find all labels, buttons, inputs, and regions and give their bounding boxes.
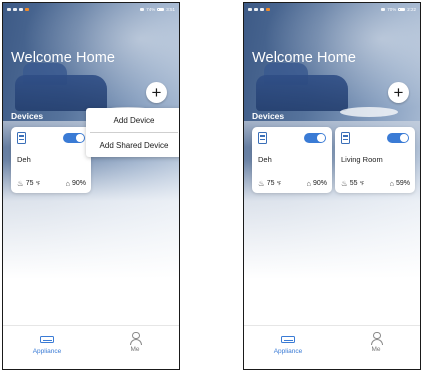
air-conditioner-icon (341, 132, 350, 144)
add-menu: Add Device Add Shared Device (86, 108, 179, 157)
temperature-unit: ℉ (276, 180, 282, 187)
plus-icon: + (151, 83, 162, 102)
clock: 2:22 (407, 6, 416, 12)
home-humidity-icon: ⌂ (65, 179, 70, 188)
temperature-value: 75 (266, 180, 275, 187)
phone-screen-left: 74% 3:51 Welcome Home + Devices Deh ♨ 75… (2, 2, 180, 370)
thermometer-icon: ♨ (341, 179, 348, 188)
temperature-unit: ℉ (35, 180, 41, 187)
home-humidity-icon: ⌂ (306, 179, 311, 188)
signal-icon (13, 7, 17, 11)
tab-appliance-label: Appliance (32, 348, 62, 355)
tab-me-label: Me (130, 346, 140, 353)
person-icon (129, 332, 142, 345)
tab-me-label: Me (371, 346, 381, 353)
battery-percent: 74% (146, 6, 156, 12)
screenshot-stage: 74% 3:51 Welcome Home + Devices Deh ♨ 75… (0, 0, 424, 374)
battery-percent: 70% (387, 6, 397, 12)
status-bar: 74% 3:51 (3, 3, 179, 15)
tab-appliance-label: Appliance (273, 348, 303, 355)
humidity-value: 59% (395, 180, 410, 187)
devices-section-label: Devices (11, 111, 44, 121)
humidity-reading: ⌂ 59% (389, 179, 410, 188)
device-name: Deh (258, 155, 272, 164)
phone-screen-right: 70% 2:22 Welcome Home + Devices Deh ♨ 75… (243, 2, 421, 370)
clock: 3:51 (166, 6, 175, 12)
app-icon (266, 7, 270, 11)
signal-icon (254, 7, 258, 11)
power-toggle[interactable] (387, 133, 409, 143)
notification-icon (248, 7, 252, 11)
menu-item-add-shared-device[interactable]: Add Shared Device (86, 133, 179, 157)
person-icon (370, 332, 383, 345)
wifi-icon (19, 7, 23, 11)
plus-icon: + (393, 83, 404, 102)
add-button[interactable]: + (146, 82, 167, 103)
page-title: Welcome Home (252, 50, 357, 66)
notification-icon (7, 7, 11, 11)
air-conditioner-icon (17, 132, 26, 144)
status-bar: 70% 2:22 (244, 3, 420, 15)
device-card[interactable]: Deh ♨ 75 ℉ ⌂ 90% (11, 127, 91, 193)
battery-icon (398, 7, 406, 11)
app-icon (25, 7, 29, 11)
page-title: Welcome Home (11, 50, 116, 66)
thermometer-icon: ♨ (17, 179, 24, 188)
thermometer-icon: ♨ (258, 179, 265, 188)
devices-section-label: Devices (252, 111, 285, 121)
bottom-nav: Appliance Me (244, 325, 420, 369)
humidity-reading: ⌂ 90% (65, 179, 86, 188)
tab-appliance[interactable]: Appliance (244, 332, 332, 355)
add-button[interactable]: + (388, 82, 409, 103)
air-conditioner-icon (258, 132, 267, 144)
temperature-unit: ℉ (359, 180, 365, 187)
tab-me[interactable]: Me (332, 332, 420, 353)
battery-icon (157, 7, 165, 11)
device-name: Living Room (341, 155, 383, 164)
sofa (256, 75, 348, 111)
power-toggle[interactable] (63, 133, 85, 143)
coffee-table (340, 107, 398, 117)
temperature-reading: ♨ 75 ℉ (17, 179, 40, 188)
temperature-value: 55 (349, 180, 358, 187)
humidity-value: 90% (71, 180, 86, 187)
device-card[interactable]: Living Room ♨ 55 ℉ ⌂ 59% (335, 127, 415, 193)
menu-item-add-device[interactable]: Add Device (86, 108, 179, 132)
home-humidity-icon: ⌂ (389, 179, 394, 188)
temperature-reading: ♨ 55 ℉ (341, 179, 364, 188)
humidity-value: 90% (312, 180, 327, 187)
bluetooth-icon (381, 7, 386, 11)
appliance-icon (40, 336, 54, 343)
bluetooth-icon (140, 7, 145, 11)
sofa (15, 75, 107, 111)
device-card[interactable]: Deh ♨ 75 ℉ ⌂ 90% (252, 127, 332, 193)
appliance-icon (281, 336, 295, 343)
tab-me[interactable]: Me (91, 332, 179, 353)
power-toggle[interactable] (304, 133, 326, 143)
temperature-reading: ♨ 75 ℉ (258, 179, 281, 188)
wifi-icon (260, 7, 264, 11)
temperature-value: 75 (25, 180, 34, 187)
humidity-reading: ⌂ 90% (306, 179, 327, 188)
bottom-nav: Appliance Me (3, 325, 179, 369)
device-name: Deh (17, 155, 31, 164)
tab-appliance[interactable]: Appliance (3, 332, 91, 355)
